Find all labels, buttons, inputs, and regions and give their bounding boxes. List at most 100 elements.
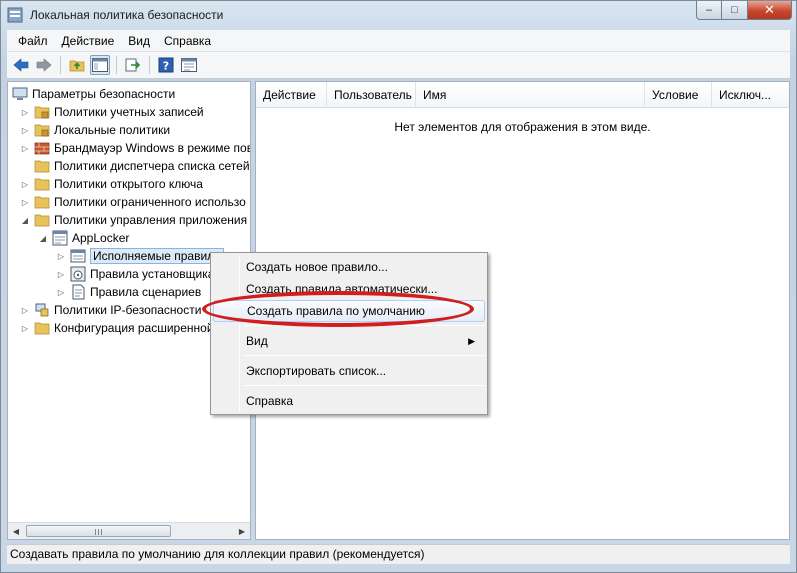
empty-list-message: Нет элементов для отображения в этом вид… xyxy=(394,120,651,134)
ip-security-icon xyxy=(35,303,49,317)
column-name[interactable]: Имя xyxy=(416,82,645,108)
up-folder-button[interactable] xyxy=(67,55,87,75)
folder-icon xyxy=(34,196,50,209)
title-bar[interactable]: Локальная политика безопасности – □ ✕ xyxy=(1,1,796,29)
close-button[interactable]: ✕ xyxy=(748,1,792,20)
menu-item-label: Создать новое правило... xyxy=(246,260,388,274)
help-button[interactable]: ? xyxy=(156,55,176,75)
tree-item-label: Брандмауэр Windows в режиме пов xyxy=(54,141,251,155)
tree-root[interactable]: Параметры безопасности xyxy=(12,85,175,103)
tree-item-label: Правила установщика xyxy=(90,267,215,281)
menu-item-help[interactable]: Справка xyxy=(213,390,485,412)
menu-help[interactable]: Справка xyxy=(157,34,218,48)
status-text: Создавать правила по умолчанию для колле… xyxy=(10,547,425,561)
tree-root-label: Параметры безопасности xyxy=(32,87,176,101)
tree-item-software-restriction[interactable]: ▷ Политики ограниченного использо xyxy=(20,193,246,211)
folder-icon xyxy=(34,214,50,227)
tree-item-public-key[interactable]: ▷ Политики открытого ключа xyxy=(20,175,203,193)
minimize-button[interactable]: – xyxy=(696,1,722,20)
menu-separator xyxy=(244,385,484,386)
tree-item-script-rules[interactable]: ▷ Правила сценариев xyxy=(56,283,201,301)
toolbar-separator xyxy=(60,56,61,74)
back-button[interactable] xyxy=(11,55,31,75)
forward-arrow-icon xyxy=(36,58,52,72)
expand-arrow-icon[interactable]: ▷ xyxy=(56,269,66,279)
column-action[interactable]: Действие xyxy=(256,82,327,108)
toolbar-separator xyxy=(116,56,117,74)
scroll-thumb[interactable] xyxy=(26,525,171,537)
export-list-button[interactable] xyxy=(123,55,143,75)
toolbar: ? xyxy=(7,52,790,79)
installer-icon xyxy=(70,266,86,282)
expand-arrow-icon[interactable]: ▷ xyxy=(20,125,30,135)
maximize-button[interactable]: □ xyxy=(722,1,748,20)
tree-item-executable-rules[interactable]: ▷ Исполняемые правила xyxy=(56,247,224,265)
tree-item-firewall[interactable]: ▷ Брандмауэр Windows в режиме пов xyxy=(20,139,251,157)
window-title: Локальная политика безопасности xyxy=(30,8,224,22)
tree-item-installer-rules[interactable]: ▷ Правила установщика xyxy=(56,265,214,283)
tree-item-app-control[interactable]: ◢ Политики управления приложения xyxy=(20,211,247,229)
help-icon: ? xyxy=(158,57,174,73)
tree-item-account-policies[interactable]: ▷ Политики учетных записей xyxy=(20,103,204,121)
horizontal-scrollbar[interactable]: ◀ ▶ xyxy=(8,522,250,539)
tree-item-label: Правила сценариев xyxy=(90,285,202,299)
collapse-arrow-icon[interactable]: ◢ xyxy=(38,233,48,243)
expand-arrow-icon[interactable]: ▷ xyxy=(56,251,66,261)
show-tree-button[interactable] xyxy=(90,55,110,75)
menu-bar: Файл Действие Вид Справка xyxy=(7,30,790,52)
menu-item-auto-generate-rules[interactable]: Создать правила автоматически... xyxy=(213,278,485,300)
tree-item-advanced-audit[interactable]: ▷ Конфигурация расширенной xyxy=(20,319,214,337)
forward-button[interactable] xyxy=(34,55,54,75)
tree-item-local-policies[interactable]: ▷ Локальные политики xyxy=(20,121,170,139)
tree-item-label: Политики управления приложения xyxy=(54,213,248,227)
tree-item-label: Политики ограниченного использо xyxy=(54,195,246,209)
scroll-left-icon[interactable]: ◀ xyxy=(8,523,24,539)
scroll-right-icon[interactable]: ▶ xyxy=(234,523,250,539)
tree-item-label: Политики открытого ключа xyxy=(54,177,203,191)
expand-arrow-icon[interactable]: ▷ xyxy=(20,143,30,153)
menu-action[interactable]: Действие xyxy=(55,34,122,48)
menu-item-create-default-rules[interactable]: Создать правила по умолчанию xyxy=(213,300,485,322)
expand-arrow-icon[interactable]: ▷ xyxy=(20,197,30,207)
tree-item-ipsec[interactable]: ▷ Политики IP-безопасности xyxy=(20,301,202,319)
script-icon xyxy=(72,284,85,300)
toolbar-separator xyxy=(149,56,150,74)
list-header: Действие Пользователь Имя Условие Исключ… xyxy=(256,82,789,108)
menu-file[interactable]: Файл xyxy=(11,34,55,48)
menu-separator xyxy=(244,355,484,356)
column-user[interactable]: Пользователь xyxy=(327,82,416,108)
properties-button[interactable] xyxy=(179,55,199,75)
menu-item-create-new-rule[interactable]: Создать новое правило... xyxy=(213,256,485,278)
expand-arrow-icon[interactable]: ▷ xyxy=(20,107,30,117)
column-exceptions[interactable]: Исключ... xyxy=(712,82,789,108)
folder-icon xyxy=(34,322,50,335)
menu-item-export-list[interactable]: Экспортировать список... xyxy=(213,360,485,382)
back-arrow-icon xyxy=(13,58,29,72)
folder-icon xyxy=(34,178,50,191)
tree-item-network-list[interactable]: Политики диспетчера списка сетей xyxy=(34,157,250,175)
applocker-icon xyxy=(52,230,68,246)
menu-item-label: Вид xyxy=(246,334,268,348)
context-menu: Создать новое правило... Создать правила… xyxy=(210,252,488,415)
column-condition[interactable]: Условие xyxy=(645,82,712,108)
expand-arrow-icon[interactable]: ▷ xyxy=(56,287,66,297)
export-icon xyxy=(125,58,141,72)
tree-item-label: Исполняемые правила xyxy=(90,248,224,264)
expand-arrow-icon[interactable]: ▷ xyxy=(20,179,30,189)
folder-lock-icon xyxy=(34,106,50,119)
tree-item-applocker[interactable]: ◢ AppLocker xyxy=(38,229,129,247)
console-tree-icon xyxy=(92,58,108,72)
submenu-arrow-icon: ▶ xyxy=(468,335,475,346)
menu-item-label: Создать правила по умолчанию xyxy=(247,304,425,318)
computer-icon xyxy=(12,87,28,100)
menu-view[interactable]: Вид xyxy=(121,34,157,48)
svg-text:?: ? xyxy=(163,60,169,73)
expand-arrow-icon[interactable]: ▷ xyxy=(20,323,30,333)
tree-item-label: Политики IP-безопасности xyxy=(54,303,202,317)
menu-item-view[interactable]: Вид ▶ xyxy=(213,330,485,352)
menu-item-label: Экспортировать список... xyxy=(246,364,387,378)
menu-separator xyxy=(244,325,484,326)
menu-item-label: Создать правила автоматически... xyxy=(246,282,438,296)
collapse-arrow-icon[interactable]: ◢ xyxy=(20,215,30,225)
expand-arrow-icon[interactable]: ▷ xyxy=(20,305,30,315)
